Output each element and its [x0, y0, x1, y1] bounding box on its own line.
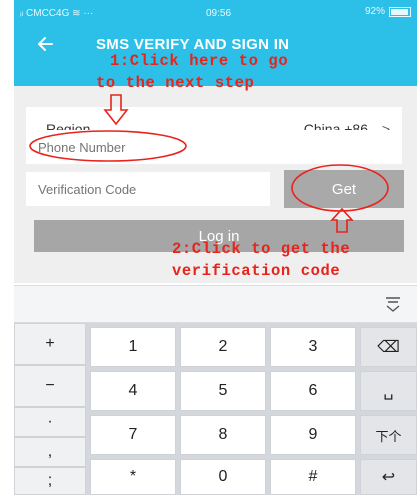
key-7[interactable]: 7: [90, 415, 176, 455]
key-hash[interactable]: #: [270, 459, 356, 495]
back-arrow-icon[interactable]: [32, 30, 60, 58]
key-6[interactable]: 6: [270, 371, 356, 411]
status-bar: ᵢₗ CMCC4G ≋ ··· 09:56 92%: [14, 0, 417, 26]
key-5[interactable]: 5: [180, 371, 266, 411]
key-9[interactable]: 9: [270, 415, 356, 455]
annotation-step1-line1: 1:Click here to go: [110, 52, 289, 70]
next-key[interactable]: 下个: [360, 415, 417, 455]
key-2[interactable]: 2: [180, 327, 266, 367]
annotation-step1-line2: to the next step: [96, 74, 255, 92]
annotation-step2-line2: verification code: [172, 262, 341, 280]
phone-number-input[interactable]: [26, 130, 402, 164]
annotation-step2-line1: 2:Click to get the: [172, 240, 351, 258]
hide-keyboard-icon[interactable]: [383, 294, 403, 314]
key-minus[interactable]: −: [14, 365, 86, 407]
key-comma[interactable]: ,: [14, 437, 86, 467]
key-dot[interactable]: ·: [14, 407, 86, 437]
key-4[interactable]: 4: [90, 371, 176, 411]
battery-indicator: 92%: [365, 6, 411, 17]
page-title: SMS VERIFY AND SIGN IN: [96, 36, 290, 53]
numeric-keyboard: + − · , ; 1 2 3 4 5 6 7 8 9 * 0 # ⌫ ␣ 下个…: [14, 323, 417, 495]
verification-code-input[interactable]: [26, 172, 270, 206]
carrier-label: ᵢₗ CMCC4G ≋ ···: [20, 8, 94, 19]
keyboard-toolbar: [14, 285, 417, 323]
backspace-key[interactable]: ⌫: [360, 327, 417, 367]
battery-percent: 92%: [364, 6, 385, 17]
key-1[interactable]: 1: [90, 327, 176, 367]
key-semicolon[interactable]: ;: [14, 467, 86, 495]
space-key[interactable]: ␣: [360, 371, 417, 411]
key-3[interactable]: 3: [270, 327, 356, 367]
key-star[interactable]: *: [90, 459, 176, 495]
return-key[interactable]: ↩: [360, 459, 417, 495]
key-8[interactable]: 8: [180, 415, 266, 455]
key-0[interactable]: 0: [180, 459, 266, 495]
get-code-button[interactable]: Get: [284, 170, 404, 208]
clock: 09:56: [206, 8, 232, 19]
battery-icon: [389, 6, 411, 17]
key-plus[interactable]: +: [14, 323, 86, 365]
